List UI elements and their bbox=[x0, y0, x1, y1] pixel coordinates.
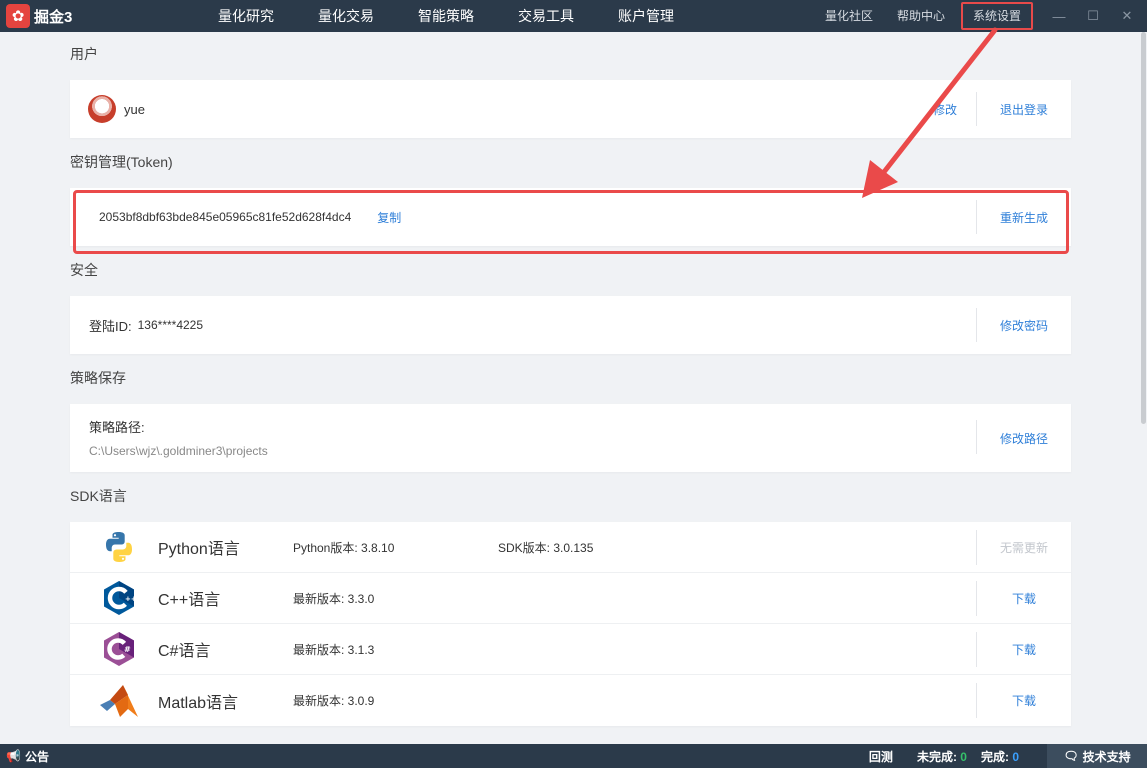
megaphone-icon: 📢 bbox=[6, 749, 21, 763]
incomplete-label: 未完成: bbox=[916, 749, 957, 764]
sdk-name: Matlab语言 bbox=[158, 694, 239, 712]
sdk-version: 最新版本: 3.3.0 bbox=[293, 591, 375, 606]
tech-support-button[interactable]: 🗨 技术支持 bbox=[1047, 744, 1147, 768]
notice-button[interactable]: 📢 公告 bbox=[6, 748, 49, 765]
download-button[interactable]: 下载 bbox=[977, 641, 1071, 658]
complete-count: 0 bbox=[1012, 749, 1019, 764]
section-title-user: 用户 bbox=[70, 46, 98, 62]
app-logo: ✿ 掘金3 bbox=[0, 4, 200, 28]
chat-bubble-icon: 🗨 bbox=[1063, 749, 1079, 763]
nav-quant-research[interactable]: 量化研究 bbox=[196, 0, 296, 32]
change-path-button[interactable]: 修改路径 bbox=[977, 430, 1071, 447]
token-card: 2053bf8dbf63bde845e05965c81fe52d628f4dc4… bbox=[70, 188, 1071, 246]
cpp-icon: ++ bbox=[101, 580, 137, 616]
scrollbar-thumb[interactable] bbox=[1141, 32, 1146, 424]
svg-text:#: # bbox=[124, 645, 131, 654]
edit-profile-link[interactable]: 修改 bbox=[933, 101, 957, 118]
complete-label: 完成: bbox=[980, 749, 1009, 764]
maximize-icon[interactable]: ☐ bbox=[1081, 0, 1105, 32]
copy-token-button[interactable]: 复制 bbox=[377, 209, 401, 226]
sdk-sdk-version: SDK版本: 3.0.135 bbox=[498, 540, 594, 555]
login-id-label: 登陆ID: bbox=[89, 318, 132, 334]
nav-community[interactable]: 量化社区 bbox=[813, 0, 885, 32]
sdk-name: Python语言 bbox=[158, 541, 240, 558]
change-password-button[interactable]: 修改密码 bbox=[977, 317, 1071, 334]
security-card: 登陆ID: 136****4225 修改密码 bbox=[70, 296, 1071, 354]
close-icon[interactable]: ✕ bbox=[1115, 0, 1139, 32]
sdk-row-csharp: # C#语言 最新版本: 3.1.3 下载 bbox=[70, 624, 1071, 675]
tech-support-label: 技术支持 bbox=[1082, 749, 1131, 764]
matlab-icon bbox=[98, 683, 140, 719]
regenerate-token-button[interactable]: 重新生成 bbox=[977, 209, 1071, 226]
nav-quant-trading[interactable]: 量化交易 bbox=[296, 0, 396, 32]
sdk-version: 最新版本: 3.0.9 bbox=[293, 694, 375, 708]
csharp-icon: # bbox=[101, 631, 137, 667]
svg-text:++: ++ bbox=[125, 595, 136, 603]
notice-label: 公告 bbox=[24, 749, 49, 764]
sdk-row-cpp: ++ C++语言 最新版本: 3.3.0 下载 bbox=[70, 573, 1071, 624]
main-nav: 量化研究 量化交易 智能策略 交易工具 账户管理 bbox=[196, 0, 696, 32]
status-bar: 📢 公告 回测 未完成: 0 完成: 0 🗨 技术支持 bbox=[0, 744, 1147, 768]
download-button[interactable]: 下载 bbox=[977, 590, 1071, 607]
nav-trading-tools[interactable]: 交易工具 bbox=[496, 0, 596, 32]
login-id-value: 136****4225 bbox=[137, 318, 204, 332]
sdk-card: Python语言 Python版本: 3.8.10 SDK版本: 3.0.135… bbox=[70, 522, 1071, 726]
section-title-sdk: SDK语言 bbox=[70, 488, 127, 504]
nav-smart-strategy[interactable]: 智能策略 bbox=[396, 0, 496, 32]
user-card: yue 修改 退出登录 bbox=[70, 80, 1071, 138]
sdk-name: C#语言 bbox=[158, 643, 211, 660]
section-title-token: 密钥管理(Token) bbox=[70, 154, 173, 170]
no-update-button[interactable]: 无需更新 bbox=[977, 539, 1071, 556]
username: yue bbox=[124, 101, 145, 117]
sdk-row-python: Python语言 Python版本: 3.8.10 SDK版本: 3.0.135… bbox=[70, 522, 1071, 573]
strategy-path-value: C:\Users\wjz\.goldminer3\projects bbox=[89, 444, 268, 458]
token-value: 2053bf8dbf63bde845e05965c81fe52d628f4dc4 bbox=[99, 210, 352, 224]
backtest-label[interactable]: 回测 bbox=[869, 748, 893, 765]
logo-icon: ✿ bbox=[6, 4, 30, 28]
minimize-icon[interactable]: — bbox=[1047, 0, 1071, 32]
right-nav: 量化社区 帮助中心 系统设置 — ☐ ✕ bbox=[813, 0, 1147, 32]
sdk-name: C++语言 bbox=[158, 592, 221, 609]
logout-button[interactable]: 退出登录 bbox=[977, 101, 1071, 118]
incomplete-status: 未完成: 0 bbox=[917, 748, 967, 765]
section-title-security: 安全 bbox=[70, 262, 98, 278]
strategy-path-card: 策略路径: C:\Users\wjz\.goldminer3\projects … bbox=[70, 404, 1071, 472]
settings-content: 用户 yue 修改 退出登录 密钥管理(Token) 2053bf8dbf63b… bbox=[70, 32, 1071, 726]
nav-account-management[interactable]: 账户管理 bbox=[596, 0, 696, 32]
strategy-path-label: 策略路径: bbox=[89, 420, 145, 435]
scrollbar[interactable] bbox=[1139, 32, 1147, 744]
status-right: 回测 未完成: 0 完成: 0 🗨 技术支持 bbox=[869, 744, 1147, 768]
sdk-version: 最新版本: 3.1.3 bbox=[293, 642, 375, 657]
sdk-version: Python版本: 3.8.10 bbox=[293, 540, 395, 555]
section-title-strategy-save: 策略保存 bbox=[70, 370, 126, 386]
complete-status: 完成: 0 bbox=[981, 748, 1019, 765]
nav-system-settings[interactable]: 系统设置 bbox=[960, 2, 1033, 30]
top-bar: ✿ 掘金3 量化研究 量化交易 智能策略 交易工具 账户管理 量化社区 帮助中心… bbox=[0, 0, 1147, 32]
app-name: 掘金3 bbox=[34, 8, 73, 26]
incomplete-count: 0 bbox=[960, 749, 967, 764]
avatar bbox=[88, 95, 116, 123]
sdk-row-matlab: Matlab语言 最新版本: 3.0.9 下载 bbox=[70, 675, 1071, 726]
download-button[interactable]: 下载 bbox=[977, 692, 1071, 709]
nav-help-center[interactable]: 帮助中心 bbox=[885, 0, 957, 32]
python-icon bbox=[101, 529, 137, 565]
